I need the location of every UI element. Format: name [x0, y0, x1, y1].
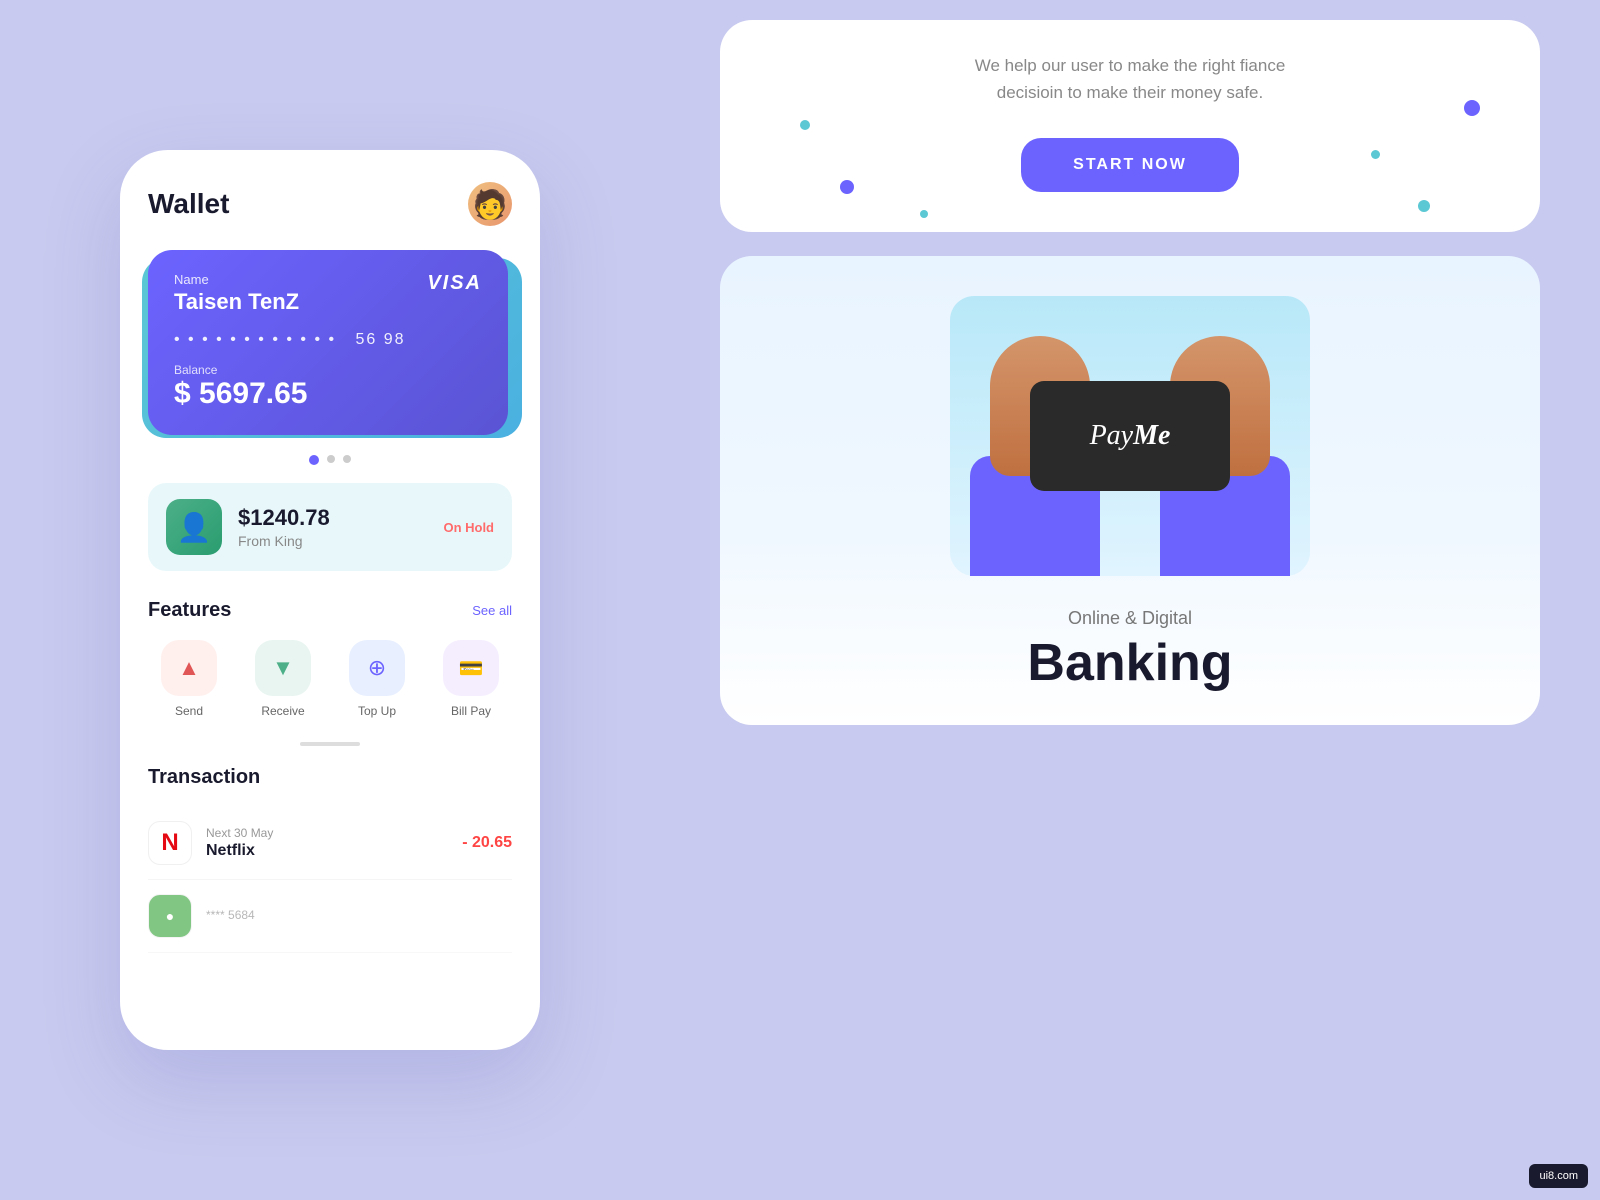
features-header: Features See all — [148, 599, 512, 622]
on-hold-amount: $1240.78 — [238, 505, 427, 531]
online-digital-label: Online & Digital — [1068, 608, 1192, 629]
dot-2[interactable] — [327, 455, 335, 463]
transaction-title: Transaction — [148, 766, 260, 789]
avatar[interactable]: 🧑 — [468, 182, 512, 226]
transaction-section: Transaction N Next 30 May Netflix - 20.6… — [148, 766, 512, 953]
second-tx-number: **** 5684 — [206, 908, 512, 922]
transaction-header: Transaction — [148, 766, 512, 789]
feature-receive[interactable]: ▼ Receive — [242, 640, 324, 718]
wallet-title: Wallet — [148, 188, 229, 220]
netflix-info: Next 30 May Netflix — [206, 826, 448, 860]
start-now-button[interactable]: START NOW — [1021, 138, 1239, 192]
dot-decor-5 — [1371, 150, 1380, 159]
on-hold-card[interactable]: 👤 $1240.78 From King On Hold — [148, 483, 512, 571]
top-card-subtitle: We help our user to make the right fianc… — [768, 52, 1492, 106]
on-hold-info: $1240.78 From King — [238, 505, 427, 549]
features-title: Features — [148, 599, 231, 622]
feature-billpay[interactable]: 💳 Bill Pay — [430, 640, 512, 718]
card-pagination — [148, 455, 512, 465]
scroll-indicator — [300, 742, 360, 746]
payme-visual: PayMe — [950, 296, 1310, 576]
send-icon: ▲ — [178, 655, 200, 681]
dot-decor-3 — [920, 210, 928, 218]
netflix-amount: - 20.65 — [462, 834, 512, 852]
billpay-icon: 💳 — [459, 656, 484, 681]
feature-send[interactable]: ▲ Send — [148, 640, 230, 718]
banking-title: Banking — [1027, 633, 1232, 693]
card-name-label: Name — [174, 272, 299, 287]
feature-topup[interactable]: ⊕ Top Up — [336, 640, 418, 718]
dot-decor-4 — [1464, 100, 1480, 116]
payme-logo-text: PayMe — [1090, 420, 1171, 452]
on-hold-badge: On Hold — [443, 520, 494, 535]
dot-3[interactable] — [343, 455, 351, 463]
send-label: Send — [175, 704, 203, 718]
topup-label: Top Up — [358, 704, 396, 718]
payme-card: PayMe Online & Digital Banking — [720, 256, 1540, 725]
netflix-logo: N — [148, 821, 192, 865]
payme-phone-device: PayMe — [1030, 381, 1230, 491]
left-panel: Wallet 🧑 Name Taisen TenZ VISA • • • • •… — [0, 0, 660, 1200]
netflix-name: Netflix — [206, 842, 448, 860]
credit-card[interactable]: Name Taisen TenZ VISA • • • • • • • • • … — [148, 250, 508, 435]
billpay-icon-container: 💳 — [443, 640, 499, 696]
second-tx-info: **** 5684 — [206, 908, 512, 924]
right-panel: We help our user to make the right fianc… — [660, 0, 1600, 1200]
dot-1[interactable] — [309, 455, 319, 465]
netflix-letter: N — [161, 829, 178, 857]
balance-amount: $ 5697.65 — [174, 377, 482, 411]
receive-icon-container: ▼ — [255, 640, 311, 696]
top-card: We help our user to make the right fianc… — [720, 20, 1540, 232]
billpay-label: Bill Pay — [451, 704, 491, 718]
wallet-header: Wallet 🧑 — [148, 182, 512, 226]
watermark: ui8.com — [1529, 1164, 1588, 1188]
second-tx-icon: ● — [166, 908, 174, 924]
balance-label: Balance — [174, 363, 482, 377]
topup-icon: ⊕ — [368, 655, 386, 681]
features-grid: ▲ Send ▼ Receive ⊕ Top Up 💳 — [148, 640, 512, 718]
receive-icon: ▼ — [272, 655, 294, 681]
second-tx-logo: ● — [148, 894, 192, 938]
receive-label: Receive — [261, 704, 304, 718]
dot-decor-1 — [800, 120, 810, 130]
phone-mockup: Wallet 🧑 Name Taisen TenZ VISA • • • • •… — [120, 150, 540, 1050]
card-holder-name: Taisen TenZ — [174, 289, 299, 315]
topup-icon-container: ⊕ — [349, 640, 405, 696]
transaction-item-netflix[interactable]: N Next 30 May Netflix - 20.65 — [148, 807, 512, 880]
card-number: • • • • • • • • • • • • 56 98 — [174, 331, 482, 349]
card-container: Name Taisen TenZ VISA • • • • • • • • • … — [148, 250, 512, 435]
netflix-date: Next 30 May — [206, 826, 448, 840]
dot-decor-2 — [840, 180, 854, 194]
send-icon-container: ▲ — [161, 640, 217, 696]
see-all-link[interactable]: See all — [472, 603, 512, 618]
sender-avatar: 👤 — [166, 499, 222, 555]
dot-decor-6 — [1418, 200, 1430, 212]
card-brand: VISA — [427, 272, 482, 295]
on-hold-from: From King — [238, 533, 427, 549]
transaction-item-second[interactable]: ● **** 5684 — [148, 880, 512, 953]
